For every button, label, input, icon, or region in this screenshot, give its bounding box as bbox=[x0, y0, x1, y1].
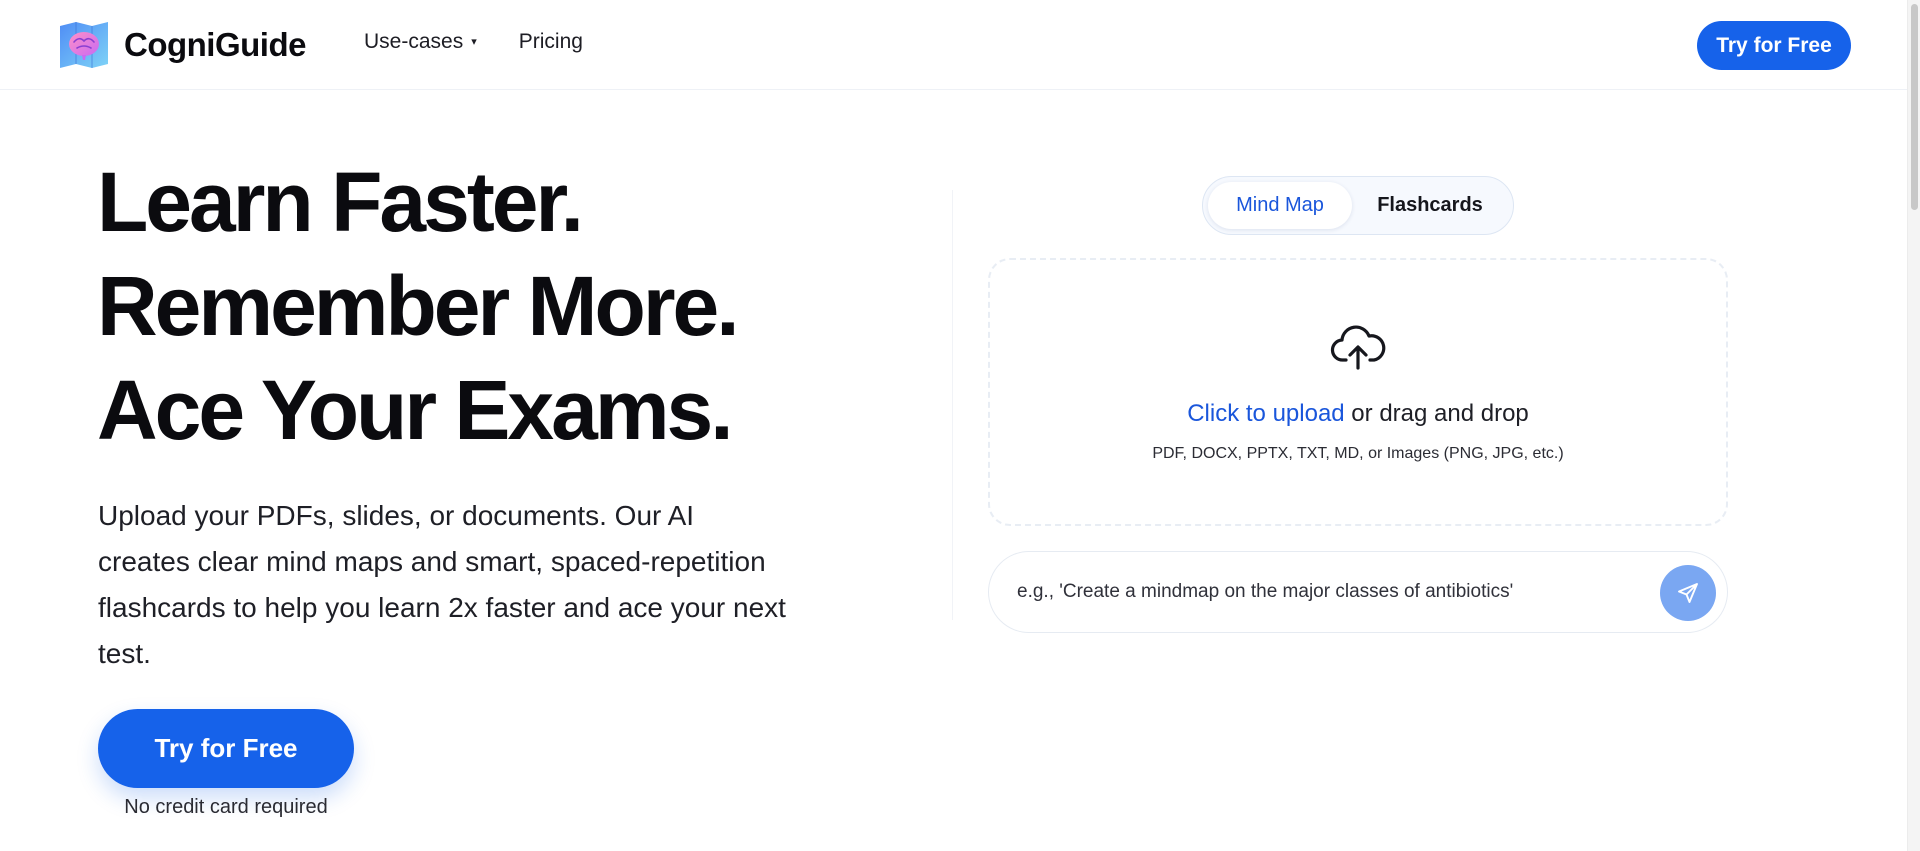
site-header: CogniGuide Use-cases ▾ Pricing Try for F… bbox=[0, 0, 1907, 90]
brain-logo-icon bbox=[60, 22, 108, 68]
hero-description: Upload your PDFs, slides, or documents. … bbox=[98, 500, 786, 669]
brand-name: CogniGuide bbox=[124, 26, 306, 63]
prompt-bar bbox=[988, 551, 1728, 633]
tab-flashcards[interactable]: Flashcards bbox=[1352, 182, 1508, 229]
prompt-input[interactable] bbox=[1017, 572, 1617, 612]
no-credit-card-note: No credit card required bbox=[124, 796, 328, 818]
brand-logo[interactable]: CogniGuide bbox=[58, 20, 306, 70]
scrollbar-thumb[interactable] bbox=[1911, 4, 1918, 210]
nav-pricing[interactable]: Pricing bbox=[519, 30, 583, 54]
hero-try-free-button[interactable]: Try for Free bbox=[98, 709, 354, 788]
hero-title: Learn Faster. Remember More. Ace Your Ex… bbox=[97, 150, 740, 462]
hero-title-line-1: Learn Faster. bbox=[97, 155, 584, 249]
file-dropzone[interactable]: Click to upload or drag and drop PDF, DO… bbox=[988, 258, 1728, 526]
header-try-free-button[interactable]: Try for Free bbox=[1697, 21, 1851, 70]
hero-title-line-2: Remember More. bbox=[97, 259, 740, 353]
main-nav: Use-cases ▾ Pricing bbox=[364, 30, 583, 54]
drag-drop-text: or drag and drop bbox=[1344, 400, 1529, 427]
page-scrollbar[interactable] bbox=[1907, 0, 1920, 851]
tab-mind-map[interactable]: Mind Map bbox=[1208, 182, 1352, 229]
panel-divider bbox=[952, 190, 953, 620]
nav-use-cases-label: Use-cases bbox=[364, 30, 464, 53]
upload-instructions: Click to upload or drag and drop bbox=[990, 400, 1726, 428]
hero-title-line-3: Ace Your Exams. bbox=[97, 363, 734, 457]
send-button[interactable] bbox=[1660, 565, 1716, 621]
send-icon bbox=[1678, 583, 1698, 603]
supported-formats: PDF, DOCX, PPTX, TXT, MD, or Images (PNG… bbox=[1152, 445, 1564, 462]
caret-down-icon: ▾ bbox=[471, 35, 477, 48]
click-to-upload-link[interactable]: Click to upload bbox=[1187, 400, 1344, 427]
nav-use-cases[interactable]: Use-cases ▾ bbox=[364, 30, 477, 54]
cloud-upload-icon bbox=[1330, 325, 1386, 370]
nav-pricing-label: Pricing bbox=[518, 30, 583, 53]
mode-toggle: Mind Map Flashcards bbox=[1202, 176, 1514, 235]
